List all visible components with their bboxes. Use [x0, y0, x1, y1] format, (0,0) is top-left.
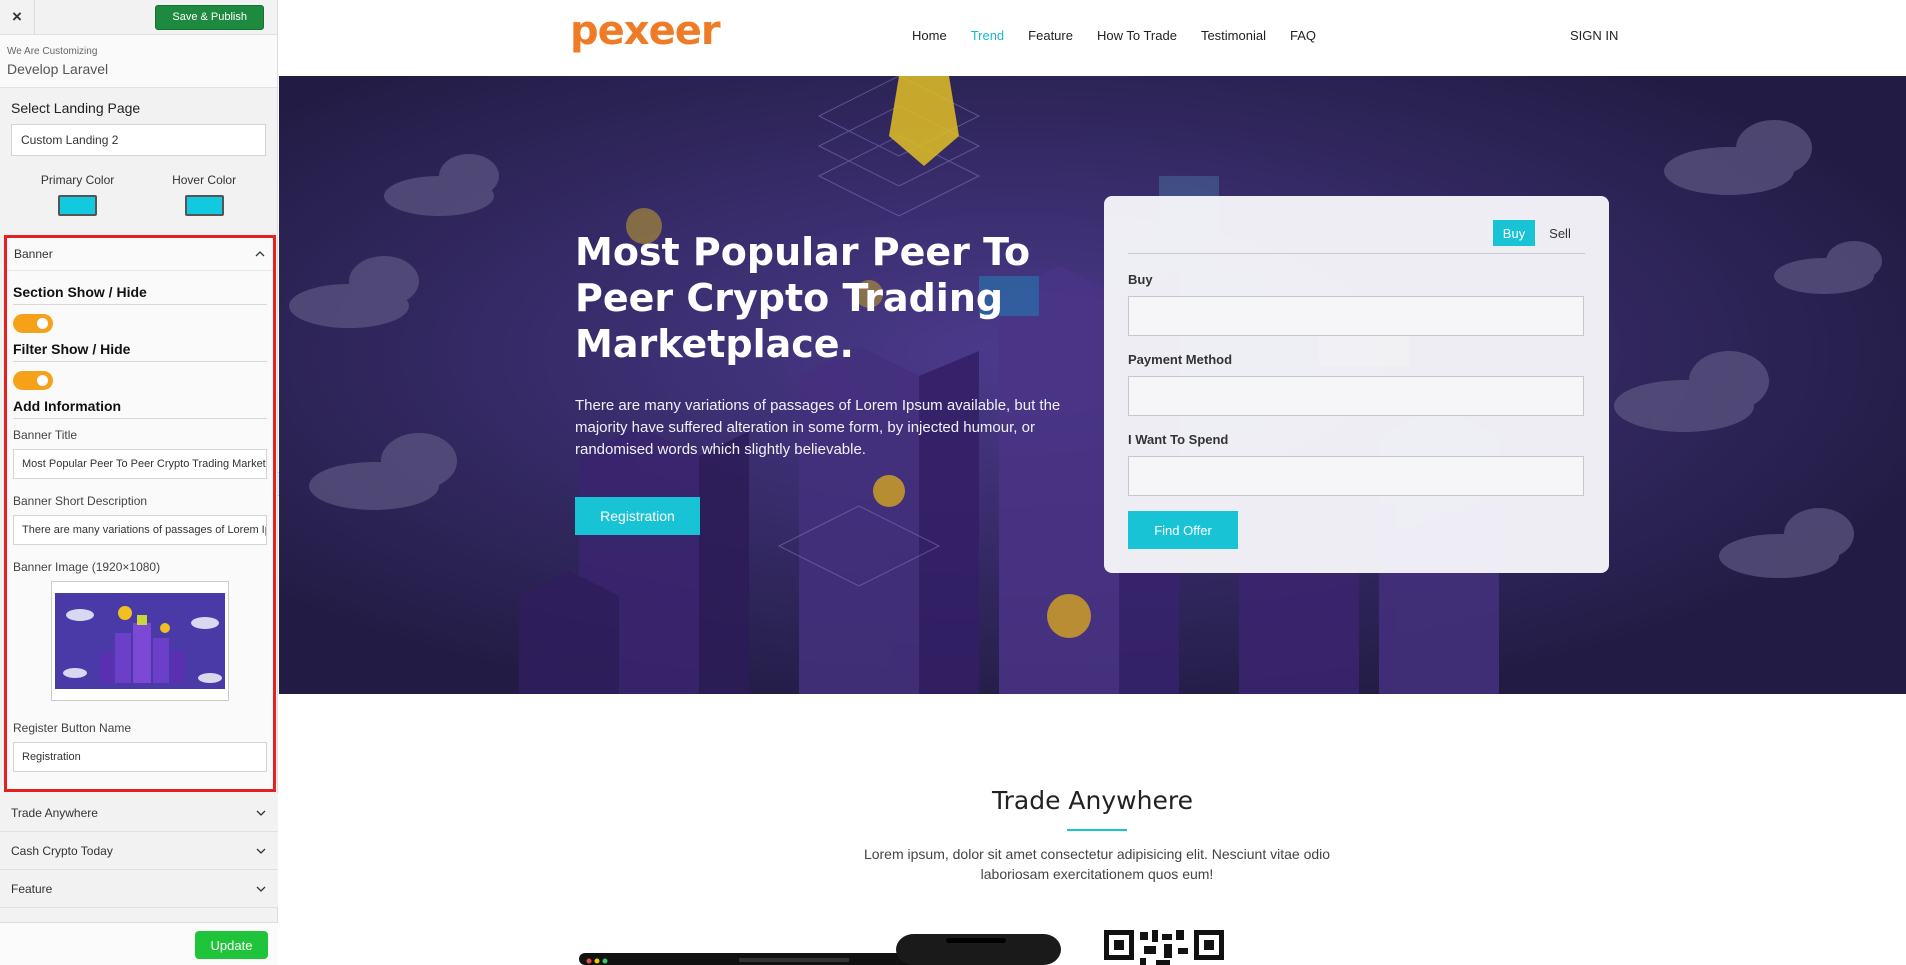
section-show-toggle[interactable] — [13, 314, 53, 333]
tabs-divider — [1128, 253, 1585, 254]
banner-image-upload[interactable] — [51, 581, 229, 701]
trade-anywhere-description: Lorem ipsum, dolor sit amet consectetur … — [863, 846, 1331, 882]
qr-code-image — [1104, 930, 1224, 965]
trade-anywhere-title: Trade Anywhere — [992, 786, 1193, 815]
banner-desc-input[interactable]: There are many variations of passages of… — [13, 515, 267, 545]
trade-filter-card: Buy Sell Buy Payment Method I Want To Sp… — [1104, 196, 1609, 573]
customizing-label: We Are Customizing — [7, 46, 98, 57]
site-header: pexeer Home Trend Feature How To Trade T… — [279, 0, 1906, 76]
buy-sell-tabs: Buy Sell — [1493, 220, 1585, 246]
primary-color-swatch[interactable] — [58, 195, 98, 216]
accordion-label: Cash Crypto Today — [11, 843, 113, 858]
accordion-trade-anywhere[interactable]: Trade Anywhere — [0, 794, 278, 832]
sign-in-link[interactable]: SIGN IN — [1570, 28, 1618, 43]
sidebar-footer: Update — [0, 922, 278, 965]
phone-app-image — [896, 934, 1061, 965]
banner-title-label: Banner Title — [13, 428, 78, 442]
register-button-input[interactable]: Registration — [13, 742, 267, 772]
registration-button[interactable]: Registration — [575, 497, 700, 535]
find-offer-button[interactable]: Find Offer — [1128, 511, 1238, 549]
payment-method-label: Payment Method — [1128, 352, 1233, 367]
section-show-hide-label: Section Show / Hide — [13, 284, 267, 305]
hero-title: Most Popular Peer To Peer Crypto Trading… — [575, 230, 1031, 366]
main-menu: Home Trend Feature How To Trade Testimon… — [912, 28, 1340, 43]
buy-label: Buy — [1128, 272, 1153, 287]
sidebar-topbar: × Save & Publish — [0, 0, 277, 35]
title-underline — [1067, 829, 1127, 831]
tab-buy[interactable]: Buy — [1493, 220, 1535, 246]
banner-thumbnail-image — [55, 593, 225, 689]
spend-input[interactable] — [1128, 456, 1584, 496]
laptop-app-image — [579, 953, 919, 965]
menu-item-faq[interactable]: FAQ — [1290, 28, 1316, 43]
spend-label: I Want To Spend — [1128, 432, 1229, 447]
save-publish-button[interactable]: Save & Publish — [155, 4, 264, 30]
hero-background-illustration — [279, 76, 1906, 694]
chevron-up-icon — [255, 251, 265, 257]
hover-color-swatch[interactable] — [184, 195, 224, 216]
update-button[interactable]: Update — [195, 931, 268, 959]
banner-desc-label: Banner Short Description — [13, 494, 148, 508]
filter-show-toggle[interactable] — [13, 371, 53, 390]
primary-color-label: Primary Color — [40, 173, 115, 187]
hover-color-label: Hover Color — [172, 173, 237, 187]
customizing-site-name: Develop Laravel — [7, 61, 109, 77]
banner-image-label: Banner Image (1920×1080) — [13, 560, 161, 574]
customizer-sidebar: × Save & Publish We Are Customizing Deve… — [0, 0, 278, 965]
color-pickers: Primary Color Hover Color — [0, 173, 277, 216]
accordion-label: Feature — [11, 881, 53, 896]
hero-banner: Most Popular Peer To Peer Crypto Trading… — [279, 76, 1906, 694]
banner-section-panel: Banner Section Show / Hide Filter Show /… — [4, 235, 276, 792]
accordion-feature[interactable]: Feature — [0, 870, 278, 908]
customizing-info: We Are Customizing Develop Laravel — [0, 35, 277, 88]
chevron-down-icon — [256, 886, 266, 892]
chevron-down-icon — [256, 810, 266, 816]
menu-item-testimonial[interactable]: Testimonial — [1201, 28, 1266, 43]
tab-sell[interactable]: Sell — [1535, 220, 1585, 246]
accordion-cash-crypto-today[interactable]: Cash Crypto Today — [0, 832, 278, 870]
accordion-label: Trade Anywhere — [11, 805, 98, 820]
site-logo[interactable]: pexeer — [570, 8, 721, 54]
landing-page-select[interactable]: Custom Landing 2 — [11, 124, 266, 156]
hover-color-group: Hover Color — [172, 173, 236, 216]
close-icon[interactable]: × — [0, 0, 35, 35]
register-button-label: Register Button Name — [13, 721, 132, 735]
site-preview: pexeer Home Trend Feature How To Trade T… — [279, 0, 1906, 965]
payment-method-select[interactable] — [1128, 376, 1584, 416]
select-landing-page-label: Select Landing Page — [11, 100, 141, 116]
filter-show-hide-label: Filter Show / Hide — [13, 341, 267, 362]
hero-description: There are many variations of passages of… — [575, 397, 1061, 458]
menu-item-how-to-trade[interactable]: How To Trade — [1097, 28, 1177, 43]
buy-select[interactable] — [1128, 296, 1584, 336]
menu-item-home[interactable]: Home — [912, 28, 947, 43]
banner-section-header[interactable]: Banner — [7, 238, 273, 271]
primary-color-group: Primary Color — [41, 173, 114, 216]
add-information-label: Add Information — [13, 398, 267, 419]
menu-item-feature[interactable]: Feature — [1028, 28, 1073, 43]
banner-title-input[interactable]: Most Popular Peer To Peer Crypto Trading… — [13, 449, 267, 479]
banner-section-title: Banner — [14, 247, 53, 261]
trade-anywhere-section: Trade Anywhere Lorem ipsum, dolor sit am… — [279, 694, 1906, 965]
chevron-down-icon — [256, 848, 266, 854]
menu-item-trend[interactable]: Trend — [971, 28, 1004, 43]
